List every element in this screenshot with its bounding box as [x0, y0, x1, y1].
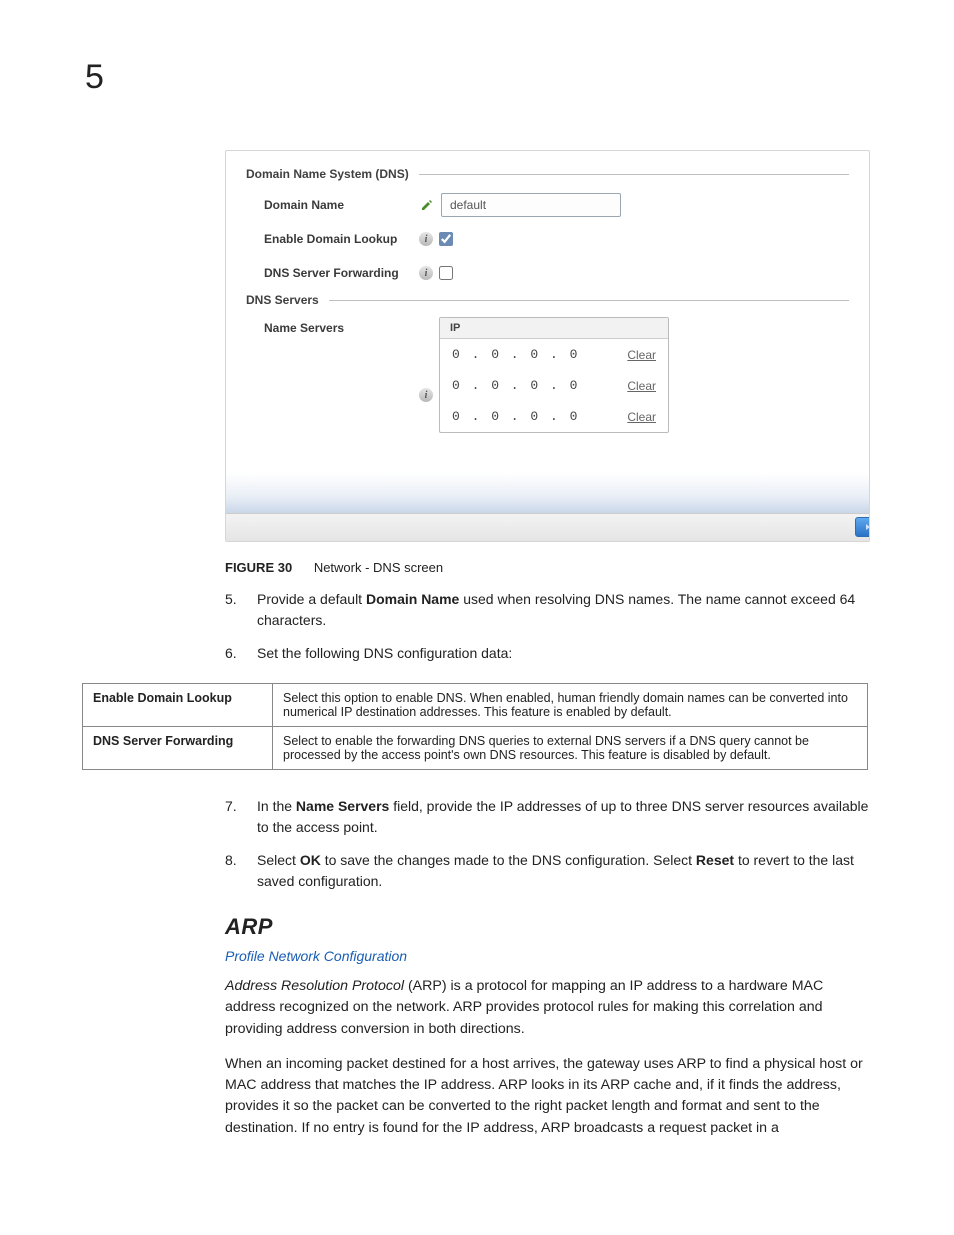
- clear-link[interactable]: Clear: [627, 410, 656, 424]
- clear-link[interactable]: Clear: [627, 348, 656, 362]
- step-7: 7. In the Name Servers field, provide th…: [225, 796, 870, 838]
- table-row-label: DNS Server Forwarding: [83, 727, 273, 770]
- clear-link[interactable]: Clear: [627, 379, 656, 393]
- ip-column-header: IP: [440, 318, 668, 339]
- figure-label: FIGURE 30: [225, 560, 292, 575]
- name-server-row: 0 . 0 . 0 . 0 Clear: [440, 370, 668, 401]
- dns-config-table: Enable Domain Lookup Select this option …: [82, 683, 868, 770]
- breadcrumb-link[interactable]: Profile Network Configuration: [225, 948, 870, 964]
- dns-screenshot: Domain Name System (DNS) Domain Name Ena…: [225, 150, 870, 542]
- page-number: 5: [85, 58, 104, 97]
- table-row-desc: Select to enable the forwarding DNS quer…: [273, 727, 868, 770]
- arp-heading: ARP: [225, 914, 870, 940]
- figure-text: Network - DNS screen: [314, 560, 443, 575]
- info-icon: [419, 232, 433, 246]
- dns-section-label: Domain Name System (DNS): [246, 167, 409, 181]
- name-servers-table: IP 0 . 0 . 0 . 0 Clear 0 . 0 . 0 . 0 Cle…: [439, 317, 669, 433]
- screenshot-toolbar: O: [226, 513, 869, 541]
- dns-section-header: Domain Name System (DNS): [246, 167, 849, 181]
- name-server-row: 0 . 0 . 0 . 0 Clear: [440, 339, 668, 370]
- pencil-icon: [419, 197, 435, 213]
- step-5: 5. Provide a default Domain Name used wh…: [225, 589, 870, 631]
- arp-paragraph-1: Address Resolution Protocol (ARP) is a p…: [225, 976, 870, 1040]
- domain-name-input[interactable]: [441, 193, 621, 217]
- info-icon: [419, 388, 433, 402]
- servers-section-header: DNS Servers: [246, 293, 849, 307]
- arp-paragraph-2: When an incoming packet destined for a h…: [225, 1054, 870, 1139]
- domain-name-label: Domain Name: [264, 198, 419, 212]
- enable-lookup-label: Enable Domain Lookup: [264, 232, 419, 246]
- ok-button[interactable]: O: [855, 517, 870, 537]
- step-6: 6. Set the following DNS configuration d…: [225, 643, 870, 664]
- table-row-desc: Select this option to enable DNS. When e…: [273, 684, 868, 727]
- enable-lookup-checkbox[interactable]: [439, 232, 453, 246]
- step-8: 8. Select OK to save the changes made to…: [225, 850, 870, 892]
- name-servers-label: Name Servers: [264, 317, 419, 335]
- name-server-row: 0 . 0 . 0 . 0 Clear: [440, 401, 668, 432]
- ip-value: 0 . 0 . 0 . 0: [452, 409, 579, 424]
- ip-value: 0 . 0 . 0 . 0: [452, 347, 579, 362]
- forwarding-checkbox[interactable]: [439, 266, 453, 280]
- servers-section-label: DNS Servers: [246, 293, 319, 307]
- ip-value: 0 . 0 . 0 . 0: [452, 378, 579, 393]
- figure-caption: FIGURE 30 Network - DNS screen: [225, 560, 870, 575]
- forwarding-label: DNS Server Forwarding: [264, 266, 419, 280]
- table-row-label: Enable Domain Lookup: [83, 684, 273, 727]
- info-icon: [419, 266, 433, 280]
